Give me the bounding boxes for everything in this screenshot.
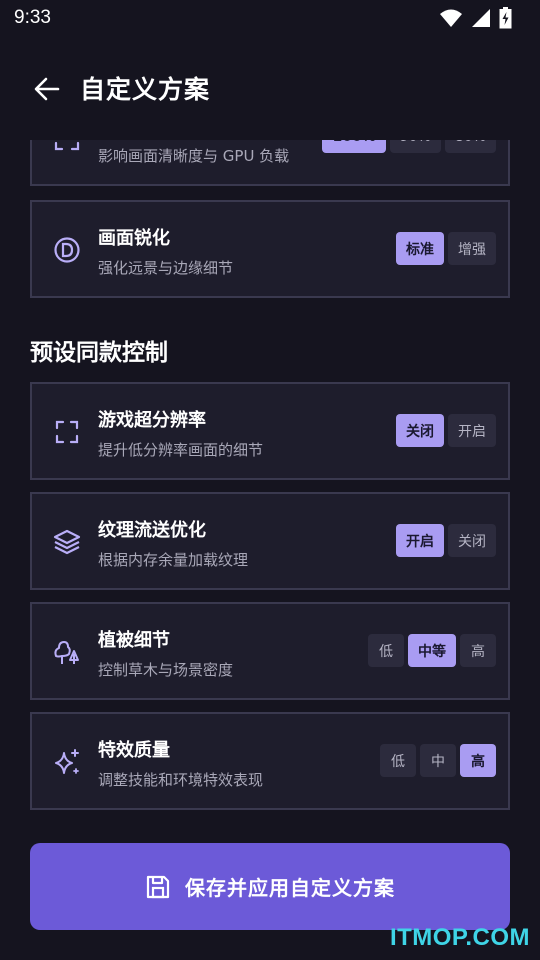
setting-card-vegetation: 植被细节 控制草木与场景密度 低 中等 高 xyxy=(30,602,510,700)
setting-description: 控制草木与场景密度 xyxy=(98,661,234,679)
arrow-left-icon xyxy=(34,77,60,101)
option-on[interactable]: 开启 xyxy=(396,524,444,557)
wifi-icon xyxy=(440,9,462,27)
back-button[interactable] xyxy=(30,72,64,106)
option-high[interactable]: 高 xyxy=(460,634,496,667)
effects-selector: 低 中 高 xyxy=(380,744,496,777)
option-medium[interactable]: 中等 xyxy=(408,634,456,667)
app-bar: 自定义方案 xyxy=(0,56,540,120)
option-on[interactable]: 开启 xyxy=(448,414,496,447)
setting-title: 游戏超分辨率 xyxy=(98,410,206,431)
setting-card-render-scale: 影响画面清晰度与 GPU 负载 100% 90% 80% xyxy=(30,140,510,186)
option-low[interactable]: 低 xyxy=(368,634,404,667)
option-80[interactable]: 80% xyxy=(444,140,496,153)
sharpen-icon xyxy=(54,237,80,263)
settings-list[interactable]: 影响画面清晰度与 GPU 负载 100% 90% 80% 画面锐化 强化远景与边… xyxy=(0,140,540,840)
setting-title: 植被细节 xyxy=(98,630,170,651)
save-icon xyxy=(146,875,170,898)
setting-title: 纹理流送优化 xyxy=(98,520,206,541)
setting-description: 强化远景与边缘细节 xyxy=(98,259,234,277)
option-high[interactable]: 高 xyxy=(460,744,496,777)
trees-icon xyxy=(54,641,79,664)
render-scale-selector: 100% 90% 80% xyxy=(322,140,496,153)
sharpening-selector: 标准 增强 xyxy=(396,232,496,265)
status-time: 9:33 xyxy=(14,7,51,28)
battery-charging-icon xyxy=(499,7,512,29)
setting-title: 特效质量 xyxy=(98,740,170,761)
setting-description: 根据内存余量加载纹理 xyxy=(98,551,249,569)
setting-card-sharpening: 画面锐化 强化远景与边缘细节 标准 增强 xyxy=(30,200,510,298)
vegetation-selector: 低 中等 高 xyxy=(368,634,496,667)
option-standard[interactable]: 标准 xyxy=(396,232,444,265)
option-medium[interactable]: 中 xyxy=(420,744,456,777)
status-icons xyxy=(439,7,512,29)
super-resolution-selector: 关闭 开启 xyxy=(396,414,496,447)
option-100[interactable]: 100% xyxy=(322,140,386,153)
save-apply-button[interactable]: 保存并应用自定义方案 xyxy=(30,843,510,930)
signal-icon xyxy=(472,9,490,27)
setting-description: 影响画面清晰度与 GPU 负载 xyxy=(98,147,290,165)
watermark: ITMOP.COM xyxy=(389,924,530,951)
layers-icon xyxy=(53,529,81,555)
scan-icon xyxy=(54,141,80,151)
status-bar: 9:33 xyxy=(0,0,540,36)
save-button-label: 保存并应用自定义方案 xyxy=(185,876,395,900)
section-title: 预设同款控制 xyxy=(30,340,168,366)
option-low[interactable]: 低 xyxy=(380,744,416,777)
focus-frame-icon xyxy=(55,420,79,444)
option-off[interactable]: 关闭 xyxy=(448,524,496,557)
setting-card-effects: 特效质量 调整技能和环境特效表现 低 中 高 xyxy=(30,712,510,810)
page-title: 自定义方案 xyxy=(80,75,211,104)
option-enhanced[interactable]: 增强 xyxy=(448,232,496,265)
setting-title: 画面锐化 xyxy=(98,228,170,249)
sparkles-icon xyxy=(55,749,79,774)
texture-streaming-selector: 开启 关闭 xyxy=(396,524,496,557)
setting-card-super-resolution: 游戏超分辨率 提升低分辨率画面的细节 关闭 开启 xyxy=(30,382,510,480)
setting-card-texture-streaming: 纹理流送优化 根据内存余量加载纹理 开启 关闭 xyxy=(30,492,510,590)
option-off[interactable]: 关闭 xyxy=(396,414,444,447)
setting-description: 提升低分辨率画面的细节 xyxy=(98,441,264,459)
setting-description: 调整技能和环境特效表现 xyxy=(98,771,264,789)
option-90[interactable]: 90% xyxy=(389,140,441,153)
